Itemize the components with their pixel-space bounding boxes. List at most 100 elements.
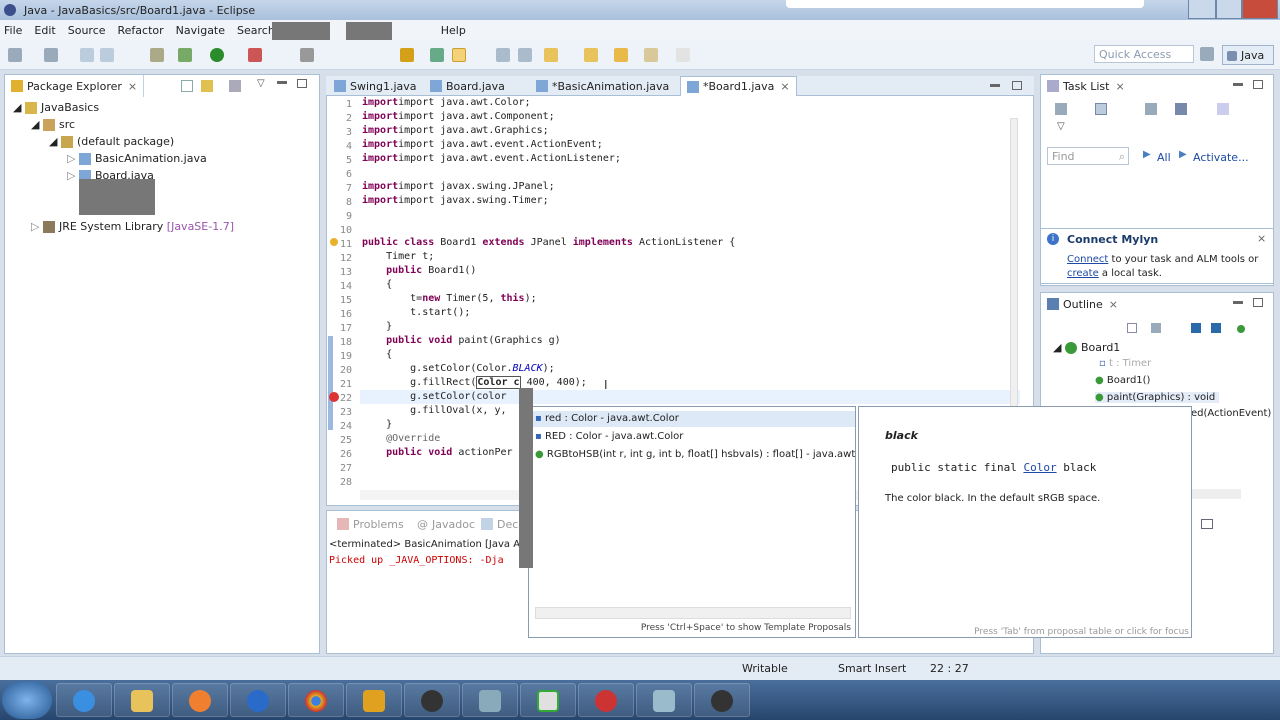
close-icon[interactable]: ⨯ (1257, 232, 1266, 245)
java-perspective-button[interactable]: Java (1222, 45, 1274, 65)
app2-taskbar-button[interactable] (404, 683, 460, 717)
tree-item-default-package[interactable]: ◢ (default package) (49, 135, 174, 148)
minimize-view-icon[interactable] (990, 84, 1000, 87)
proposal-red-constant[interactable]: ▪ RED : Color - java.awt.Color (535, 429, 683, 445)
close-button[interactable] (1242, 0, 1278, 19)
menu-search[interactable]: Search (237, 24, 275, 37)
link-editor-icon[interactable] (201, 80, 213, 92)
back-icon[interactable] (614, 48, 628, 62)
new-icon[interactable] (8, 48, 22, 62)
task-find-input[interactable]: Find ⌕ (1047, 147, 1129, 165)
hide-fields-icon[interactable] (1191, 323, 1201, 333)
chevron-down-icon[interactable]: ▽ (1057, 121, 1065, 132)
debug-icon[interactable] (178, 48, 192, 62)
skip-icon[interactable] (150, 48, 164, 62)
dot-icon[interactable] (1237, 325, 1245, 333)
chevron-down-icon[interactable]: ▽ (257, 78, 265, 89)
filter-icon[interactable] (1145, 103, 1157, 115)
outline-item-class[interactable]: ◢ Board1 (1053, 341, 1120, 354)
save-all-icon[interactable] (80, 48, 94, 62)
next-annotation-icon[interactable] (496, 48, 510, 62)
pin-icon[interactable] (544, 48, 558, 62)
tree-item-basicanimation[interactable]: ▷ BasicAnimation.java (67, 152, 207, 165)
tab-basicanimation[interactable]: *BasicAnimation.java (530, 76, 675, 96)
sort-icon[interactable] (1151, 323, 1161, 333)
run-icon[interactable] (210, 48, 224, 62)
task-activate-link[interactable]: Activate... (1193, 151, 1249, 164)
sync-icon[interactable] (1217, 103, 1229, 115)
quick-access-input[interactable]: Quick Access (1094, 45, 1194, 63)
tools-icon[interactable] (1175, 103, 1187, 115)
maximize-view-icon[interactable] (1012, 81, 1022, 90)
external-tools-icon[interactable] (248, 48, 262, 62)
task-list-tab[interactable]: Task List ⨯ (1041, 75, 1131, 97)
tree-item-project[interactable]: ◢ JavaBasics (13, 101, 99, 114)
app3-taskbar-button[interactable] (462, 683, 518, 717)
app5-taskbar-button[interactable] (578, 683, 634, 717)
maximize-view-icon[interactable] (1253, 80, 1263, 89)
task-all-link[interactable]: All (1157, 151, 1171, 164)
close-tab-icon[interactable]: ⨯ (1109, 298, 1118, 311)
outline-item-actionperformed[interactable]: ed(ActionEvent) (1191, 408, 1271, 419)
collapse-all-icon[interactable] (1127, 323, 1137, 333)
ie-taskbar-button[interactable] (56, 683, 112, 717)
menu-edit[interactable]: Edit (34, 24, 55, 37)
hide-static-icon[interactable] (1211, 323, 1221, 333)
tab-problems[interactable]: Problems (331, 513, 410, 535)
eclipse-taskbar-button[interactable] (346, 683, 402, 717)
app6-taskbar-button[interactable] (636, 683, 692, 717)
minimize-view-icon[interactable] (1233, 301, 1243, 304)
menu-help[interactable]: Help (441, 24, 466, 37)
search-icon[interactable] (430, 48, 444, 62)
media-taskbar-button[interactable] (172, 683, 228, 717)
view-menu-icon[interactable] (229, 80, 241, 92)
minimize-view-icon[interactable] (1233, 83, 1243, 86)
proposal-rgbtohsb[interactable]: ● RGBtoHSB(int r, int g, int b, float[] … (535, 447, 855, 463)
menu-file[interactable]: File (4, 24, 22, 37)
new-task-icon[interactable] (1055, 103, 1067, 115)
proposal-hscroll[interactable] (535, 607, 851, 619)
package-explorer-tab[interactable]: Package Explorer ⨯ (5, 75, 145, 97)
app-taskbar-button[interactable] (230, 683, 286, 717)
tab-javadoc[interactable]: @ Javadoc (411, 513, 481, 535)
explorer-taskbar-button[interactable] (114, 683, 170, 717)
maximize-view-icon[interactable] (297, 79, 307, 88)
forward-icon[interactable] (644, 48, 658, 62)
toggle-mark-icon[interactable] (452, 48, 466, 62)
close-tab-icon[interactable]: ⨯ (128, 80, 137, 93)
tree-item-src[interactable]: ◢ src (31, 118, 75, 131)
new-java-project-icon[interactable] (300, 48, 314, 62)
app7-taskbar-button[interactable] (694, 683, 750, 717)
collapse-all-icon[interactable] (181, 80, 193, 92)
chrome-taskbar-button[interactable] (288, 683, 344, 717)
menu-navigate[interactable]: Navigate (176, 24, 225, 37)
forward-disabled-icon[interactable] (676, 48, 690, 62)
minimize-button[interactable] (1188, 0, 1216, 19)
connect-link[interactable]: Connect (1067, 254, 1108, 265)
close-tab-icon[interactable]: ⨯ (780, 80, 789, 93)
app4-taskbar-button[interactable] (520, 683, 576, 717)
focus-icon[interactable] (1095, 103, 1107, 115)
outline-item-paint[interactable]: ● paint(Graphics) : void (1095, 392, 1220, 403)
create-link[interactable]: create (1067, 268, 1099, 279)
tab-swing1[interactable]: Swing1.java (328, 76, 423, 96)
outline-item-constructor[interactable]: ● Board1() (1095, 375, 1150, 386)
view-menu-icon[interactable] (1201, 519, 1213, 529)
print-icon[interactable] (100, 48, 114, 62)
save-icon[interactable] (44, 48, 58, 62)
outline-item-field[interactable]: ▫ t : Timer (1099, 358, 1151, 369)
tree-item-jre[interactable]: ▷ JRE System Library [JavaSE-1.7] (31, 220, 234, 233)
tab-board[interactable]: Board.java (424, 76, 511, 96)
menu-source[interactable]: Source (68, 24, 106, 37)
color-link[interactable]: Color (1023, 461, 1056, 474)
open-type-icon[interactable] (400, 48, 414, 62)
proposal-red[interactable]: ▪ red : Color - java.awt.Color (535, 411, 679, 427)
start-button[interactable] (2, 681, 52, 719)
minimize-view-icon[interactable] (277, 81, 287, 84)
prev-annotation-icon[interactable] (518, 48, 532, 62)
open-perspective-icon[interactable] (1200, 47, 1214, 61)
tab-board1[interactable]: *Board1.java ⨯ (680, 76, 797, 96)
close-tab-icon[interactable]: ⨯ (1115, 80, 1124, 93)
maximize-button[interactable] (1216, 0, 1242, 19)
maximize-view-icon[interactable] (1253, 298, 1263, 307)
